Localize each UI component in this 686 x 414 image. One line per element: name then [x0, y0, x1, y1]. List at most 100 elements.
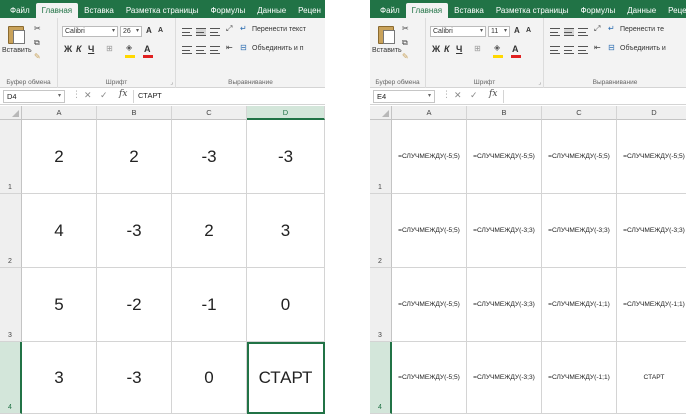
column-header-a[interactable]: A [392, 106, 467, 120]
row-header-2[interactable]: 2 [0, 194, 22, 268]
cell-b2[interactable]: =СЛУЧМЕЖДУ(-3;3) [467, 194, 542, 268]
tab-page-layout[interactable]: Разметка страницы [120, 3, 205, 18]
function-icon[interactable]: fx [119, 89, 127, 99]
dialog-launcher-icon[interactable]: ⌟ [538, 79, 541, 86]
row-header-2[interactable]: 2 [370, 194, 392, 268]
select-all-corner[interactable] [370, 106, 392, 120]
paste-icon[interactable] [8, 24, 26, 44]
cell-a3[interactable]: 5 [22, 268, 97, 342]
align-right-icon[interactable] [210, 46, 220, 54]
font-color-button[interactable]: A [512, 44, 519, 54]
column-header-d[interactable]: D [617, 106, 686, 120]
bold-button[interactable]: Ж [432, 44, 440, 54]
wrap-text-icon[interactable]: ↵ [240, 24, 247, 33]
cell-b4[interactable]: -3 [97, 342, 172, 414]
tab-review[interactable]: Рецен [292, 3, 325, 18]
cell-c3[interactable]: -1 [172, 268, 247, 342]
cell-d4[interactable]: СТАРТ [617, 342, 686, 414]
cell-d1[interactable]: =СЛУЧМЕЖДУ(-5;5) [617, 120, 686, 194]
cell-d3[interactable]: =СЛУЧМЕЖДУ(-1;1) [617, 268, 686, 342]
enter-icon[interactable]: ✓ [100, 90, 108, 101]
cell-d4[interactable]: СТАРТ [247, 342, 325, 414]
bold-button[interactable]: Ж [64, 44, 72, 54]
column-header-c[interactable]: C [172, 106, 247, 120]
tab-formulas[interactable]: Формулы [204, 3, 251, 18]
font-size-select[interactable]: 26 ▾ [120, 26, 142, 37]
row-header-4[interactable]: 4 [370, 342, 392, 414]
cell-b2[interactable]: -3 [97, 194, 172, 268]
cell-b1[interactable]: 2 [97, 120, 172, 194]
tab-file[interactable]: Файл [374, 3, 406, 18]
select-all-corner[interactable] [0, 106, 22, 120]
decrease-font-button[interactable]: A [158, 27, 163, 34]
column-header-a[interactable]: A [22, 106, 97, 120]
tab-page-layout[interactable]: Разметка страницы [490, 3, 575, 18]
italic-button[interactable]: К [76, 44, 82, 54]
cut-icon[interactable]: ✂ [34, 24, 41, 33]
underline-button[interactable]: Ч [456, 44, 462, 54]
paste-button[interactable]: Вставить [372, 47, 402, 54]
cancel-icon[interactable]: ✕ [454, 90, 462, 101]
tab-formulas[interactable]: Формулы [574, 3, 621, 18]
formula-input[interactable] [503, 90, 684, 103]
cell-a1[interactable]: 2 [22, 120, 97, 194]
align-left-icon[interactable] [550, 46, 560, 54]
underline-button[interactable]: Ч [88, 44, 94, 54]
font-name-select[interactable]: Calibri ▾ [430, 26, 486, 37]
cell-a4[interactable]: 3 [22, 342, 97, 414]
tab-review[interactable]: Реце [662, 3, 686, 18]
tab-insert[interactable]: Вставка [78, 3, 120, 18]
name-box[interactable]: E4 ▾ [373, 90, 435, 103]
name-box[interactable]: D4 ▾ [3, 90, 65, 103]
increase-font-button[interactable]: A [146, 26, 152, 35]
indent-icon[interactable]: ⇤ [594, 43, 601, 52]
column-header-b[interactable]: B [97, 106, 172, 120]
align-bottom-icon[interactable] [210, 28, 220, 36]
wrap-text-icon[interactable]: ↵ [608, 24, 615, 33]
orientation-icon[interactable]: ⤢ [594, 24, 600, 34]
cell-a3[interactable]: =СЛУЧМЕЖДУ(-5;5) [392, 268, 467, 342]
align-middle-icon[interactable] [196, 28, 206, 36]
cell-c4[interactable]: 0 [172, 342, 247, 414]
merge-button[interactable]: Объединить и [620, 45, 666, 52]
font-color-button[interactable]: A [144, 44, 151, 54]
cell-d2[interactable]: =СЛУЧМЕЖДУ(-3;3) [617, 194, 686, 268]
paste-icon[interactable] [378, 24, 396, 44]
increase-font-button[interactable]: A [514, 26, 520, 35]
font-size-select[interactable]: 11 ▾ [488, 26, 510, 37]
row-header-1[interactable]: 1 [370, 120, 392, 194]
paste-button[interactable]: Вставить [2, 47, 32, 54]
align-left-icon[interactable] [182, 46, 192, 54]
align-top-icon[interactable] [182, 28, 192, 36]
cell-b1[interactable]: =СЛУЧМЕЖДУ(-5;5) [467, 120, 542, 194]
cell-c1[interactable]: -3 [172, 120, 247, 194]
font-name-select[interactable]: Calibri ▾ [62, 26, 118, 37]
cell-c2[interactable]: 2 [172, 194, 247, 268]
align-center-icon[interactable] [564, 46, 574, 54]
row-header-3[interactable]: 3 [0, 268, 22, 342]
align-middle-icon[interactable] [564, 28, 574, 36]
cell-c1[interactable]: =СЛУЧМЕЖДУ(-5;5) [542, 120, 617, 194]
italic-button[interactable]: К [444, 44, 450, 54]
tab-data[interactable]: Данные [251, 3, 292, 18]
align-top-icon[interactable] [550, 28, 560, 36]
tab-file[interactable]: Файл [4, 3, 36, 18]
cell-d3[interactable]: 0 [247, 268, 325, 342]
copy-icon[interactable]: ⧉ [34, 38, 40, 48]
cell-b4[interactable]: =СЛУЧМЕЖДУ(-3;3) [467, 342, 542, 414]
cell-b3[interactable]: -2 [97, 268, 172, 342]
borders-icon[interactable]: ⊞ [106, 44, 113, 53]
wrap-text-button[interactable]: Перенести текст [252, 26, 306, 33]
cell-c3[interactable]: =СЛУЧМЕЖДУ(-1;1) [542, 268, 617, 342]
cell-b3[interactable]: =СЛУЧМЕЖДУ(-3;3) [467, 268, 542, 342]
cancel-icon[interactable]: ✕ [84, 90, 92, 101]
row-header-4[interactable]: 4 [0, 342, 22, 414]
decrease-font-button[interactable]: A [526, 27, 531, 34]
format-painter-icon[interactable]: ✎ [402, 52, 409, 61]
merge-icon[interactable]: ⊟ [608, 43, 615, 52]
row-header-3[interactable]: 3 [370, 268, 392, 342]
cell-c4[interactable]: =СЛУЧМЕЖДУ(-1;1) [542, 342, 617, 414]
column-header-b[interactable]: B [467, 106, 542, 120]
tab-insert[interactable]: Вставка [448, 3, 490, 18]
tab-data[interactable]: Данные [621, 3, 662, 18]
